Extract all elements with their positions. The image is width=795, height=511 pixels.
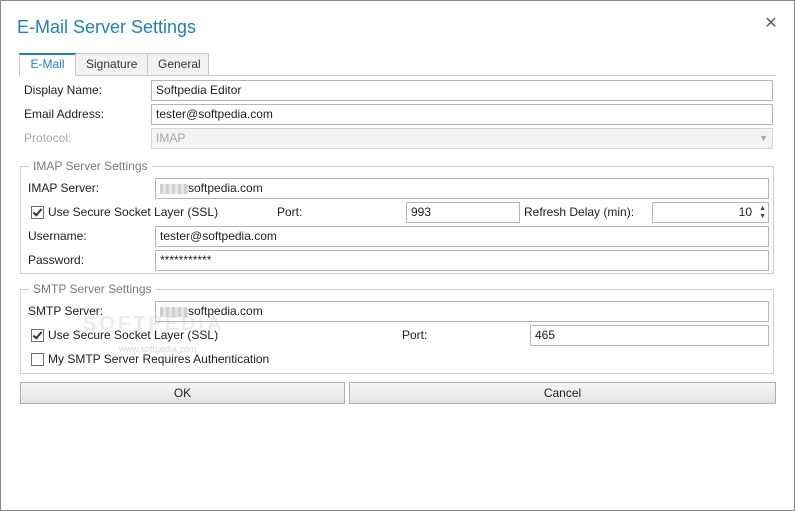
smtp-auth-label: My SMTP Server Requires Authentication (48, 352, 270, 366)
tab-email[interactable]: E-Mail (19, 53, 76, 76)
tab-divider (19, 75, 776, 76)
smtp-ssl-checkbox[interactable] (31, 329, 44, 342)
chevron-down-icon: ▼ (759, 133, 768, 143)
imap-ssl-label: Use Secure Socket Layer (SSL) (48, 205, 219, 219)
imap-port-label: Port: (277, 205, 303, 219)
spin-buttons: ▲ ▼ (757, 205, 766, 220)
spin-up-icon[interactable]: ▲ (757, 205, 766, 212)
smtp-server-label: SMTP Server: (28, 304, 104, 318)
smtp-server-field[interactable]: softpedia.com (155, 301, 769, 322)
protocol-selected-value: IMAP (156, 131, 186, 145)
username-label: Username: (28, 229, 87, 243)
redacted-text (160, 183, 188, 194)
tab-bar: E-Mail Signature General (19, 53, 209, 76)
checkmark-icon (32, 206, 43, 217)
smtp-ssl-label: Use Secure Socket Layer (SSL) (48, 328, 219, 342)
password-field[interactable]: *********** (155, 250, 769, 271)
tab-general[interactable]: General (147, 53, 209, 75)
password-label: Password: (28, 253, 85, 267)
smtp-group-title: SMTP Server Settings (29, 282, 156, 296)
checkmark-icon (32, 329, 43, 340)
imap-server-value: softpedia.com (188, 181, 263, 195)
protocol-label: Protocol: (24, 131, 72, 145)
spin-down-icon[interactable]: ▼ (757, 213, 766, 220)
close-icon[interactable]: ✕ (764, 16, 778, 32)
smtp-port-field[interactable]: 465 (530, 325, 769, 346)
imap-port-field[interactable]: 993 (406, 202, 520, 223)
display-name-field[interactable]: Softpedia Editor (151, 80, 773, 101)
display-name-label: Display Name: (24, 83, 103, 97)
email-address-field[interactable]: tester@softpedia.com (151, 104, 773, 125)
smtp-port-label: Port: (402, 328, 428, 342)
imap-ssl-checkbox[interactable] (31, 206, 44, 219)
username-field[interactable]: tester@softpedia.com (155, 226, 769, 247)
cancel-button[interactable]: Cancel (349, 382, 776, 404)
imap-server-label: IMAP Server: (28, 181, 100, 195)
smtp-server-value: softpedia.com (188, 304, 263, 318)
tab-signature[interactable]: Signature (75, 53, 148, 75)
imap-server-field[interactable]: softpedia.com (155, 178, 769, 199)
refresh-delay-label: Refresh Delay (min): (524, 205, 635, 219)
imap-group-title: IMAP Server Settings (29, 159, 152, 173)
email-address-label: Email Address: (24, 107, 105, 121)
email-server-settings-dialog: E-Mail Server Settings ✕ E-Mail Signatur… (0, 0, 795, 511)
refresh-delay-value: 10 (738, 205, 752, 219)
protocol-select[interactable]: IMAP ▼ (151, 128, 773, 149)
ok-button[interactable]: OK (20, 382, 345, 404)
smtp-auth-checkbox[interactable] (31, 353, 44, 366)
redacted-text (160, 306, 188, 317)
dialog-title: E-Mail Server Settings (17, 17, 197, 37)
refresh-delay-stepper[interactable]: 10 ▲ ▼ (652, 202, 769, 223)
